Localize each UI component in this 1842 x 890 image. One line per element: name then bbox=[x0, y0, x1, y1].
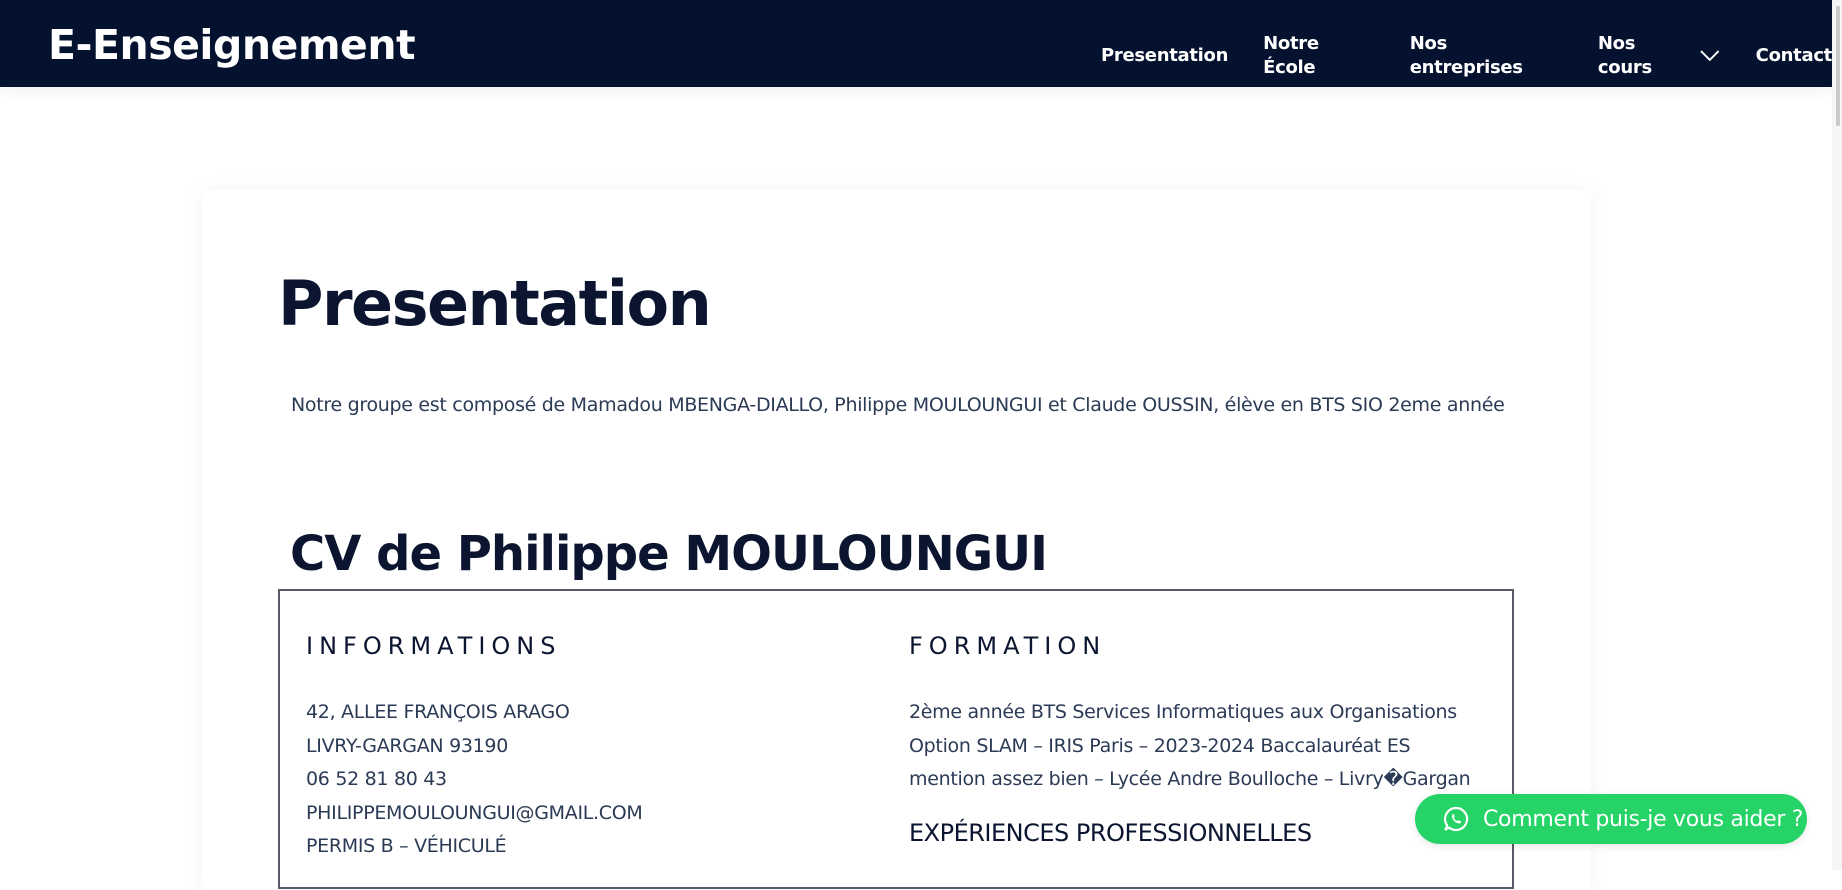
top-navbar: E-Enseignement Presentation Notre École … bbox=[0, 0, 1832, 87]
cv-title: CV de Philippe MOULOUNGUI bbox=[290, 526, 1048, 582]
nav-link-nos-entreprises[interactable]: Nos entreprises bbox=[1410, 32, 1563, 80]
page-title: Presentation bbox=[278, 267, 712, 340]
site-brand-link[interactable]: E-Enseignement bbox=[48, 21, 416, 69]
whatsapp-icon bbox=[1443, 806, 1469, 832]
phone-line: 06 52 81 80 43 bbox=[306, 768, 447, 791]
experience-heading: EXPÉRIENCES PROFESSIONNELLES bbox=[909, 819, 1312, 847]
address-line: 42, ALLEE FRANÇOIS ARAGO bbox=[306, 701, 570, 723]
chevron-down-icon bbox=[1700, 50, 1720, 62]
nav-link-presentation[interactable]: Presentation bbox=[1101, 44, 1228, 68]
scrollbar-thumb[interactable] bbox=[1836, 6, 1840, 126]
nav-link-nos-cours[interactable]: Nos cours bbox=[1598, 32, 1721, 80]
nav-link-contact[interactable]: Contact bbox=[1756, 44, 1833, 68]
formation-text: 2ème année BTS Services Informatiques au… bbox=[909, 701, 1471, 791]
intro-text: Notre groupe est composé de Mamadou MBEN… bbox=[291, 394, 1505, 416]
informations-heading: INFORMATIONS bbox=[306, 632, 562, 660]
help-button-label: Comment puis-je vous aider ? bbox=[1483, 806, 1804, 832]
formation-heading: FORMATION bbox=[909, 632, 1107, 660]
nav-link-notre-ecole[interactable]: Notre École bbox=[1263, 32, 1375, 80]
city-line: LIVRY-GARGAN 93190 bbox=[306, 734, 509, 757]
whatsapp-help-button[interactable]: Comment puis-je vous aider ? bbox=[1415, 794, 1807, 844]
main-menu: Presentation Notre École Nos entreprises… bbox=[1101, 32, 1832, 80]
nav-link-nos-cours-label: Nos cours bbox=[1597, 33, 1652, 78]
page-scrollbar[interactable] bbox=[1832, 0, 1842, 870]
license-line: PERMIS B – VÉHICULÉ bbox=[306, 835, 507, 858]
email-line: PHILIPPEMOULOUNGUI@GMAIL.COM bbox=[306, 801, 643, 824]
informations-list: 42, ALLEE FRANÇOIS ARAGO LIVRY-GARGAN 93… bbox=[306, 696, 643, 864]
